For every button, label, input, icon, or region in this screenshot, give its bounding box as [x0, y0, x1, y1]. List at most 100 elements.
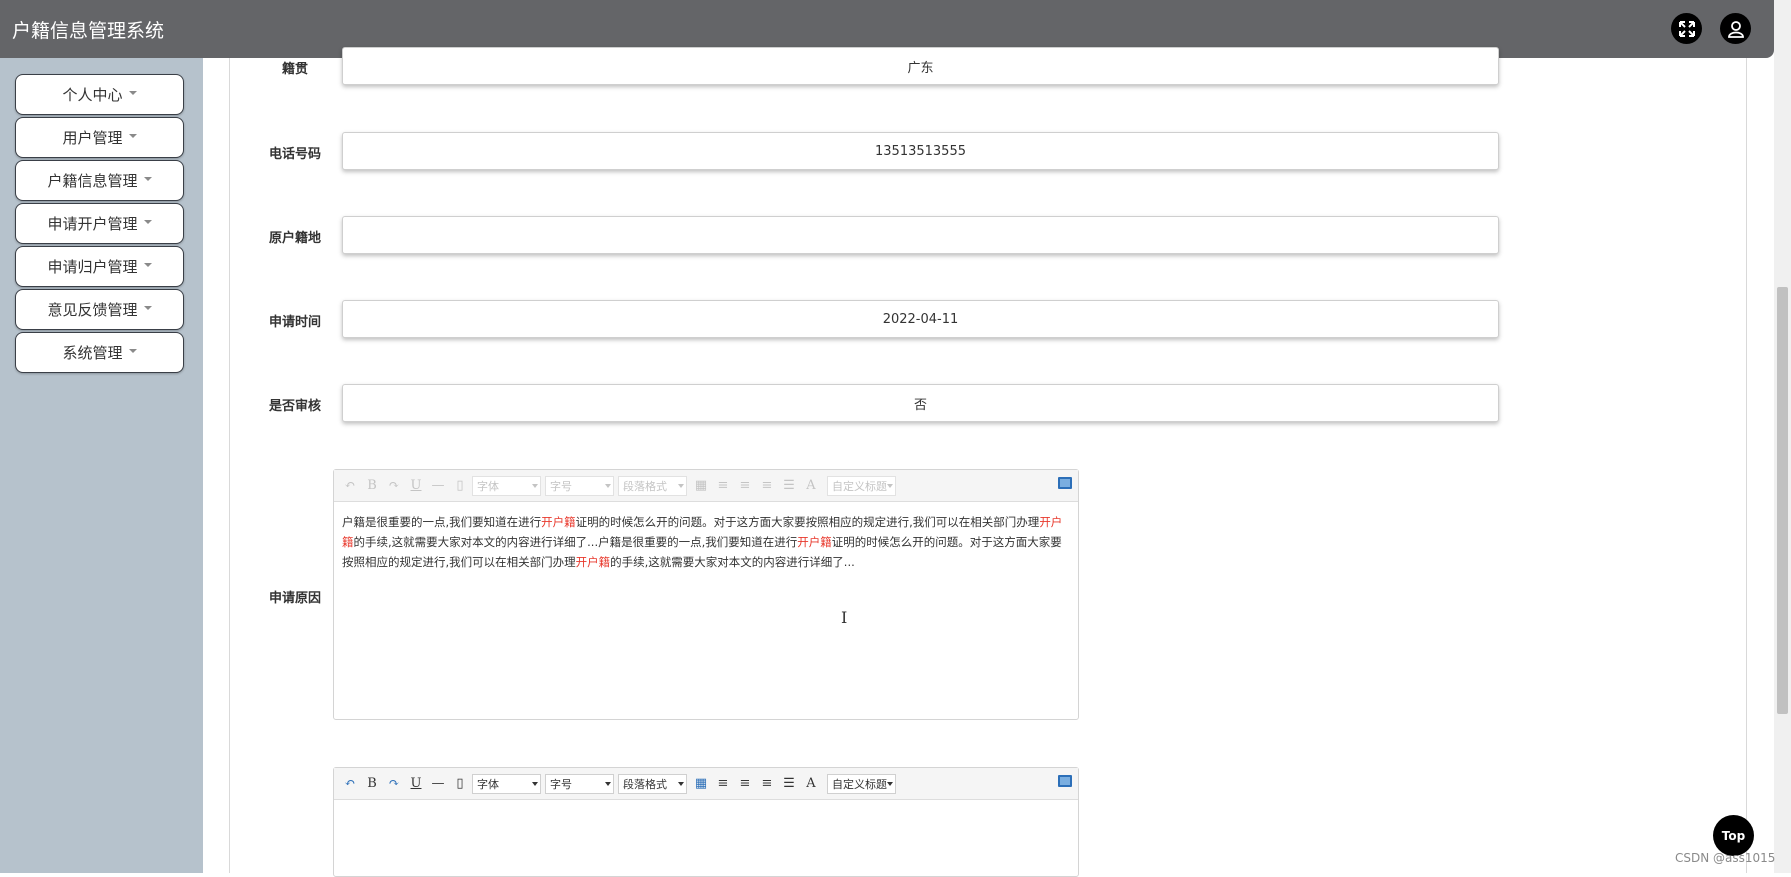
scrollbar-thumb[interactable] — [1777, 287, 1788, 714]
table-icon[interactable]: ▦ — [691, 774, 711, 794]
dropdown-arrow-icon — [605, 483, 611, 488]
user-icon — [1727, 20, 1744, 38]
table-icon[interactable]: ▦ — [691, 476, 711, 496]
original-residence-field[interactable] — [342, 216, 1499, 254]
fullscreen-button[interactable] — [1671, 13, 1702, 44]
custom-title-select[interactable]: 自定义标题 — [827, 475, 896, 496]
paragraph-format-select[interactable]: 段落格式 — [618, 475, 687, 496]
page-scrollbar[interactable] — [1774, 0, 1791, 873]
reply-editor[interactable]: ↶ B ↷ U — ▯ 字体 字号 段落格式 ▦ ≡ ≡ ≡ ☰ A 自定义标题 — [333, 767, 1079, 877]
bold-button[interactable]: B — [362, 476, 382, 496]
watermark: CSDN @ass1015 — [1675, 851, 1776, 865]
field-value: 否 — [913, 397, 927, 413]
paste-icon[interactable]: ▯ — [450, 476, 470, 496]
align-left-icon[interactable]: ≡ — [713, 476, 733, 496]
paragraph-format-select[interactable]: 段落格式 — [618, 773, 687, 794]
sidebar-item-label: 户籍信息管理 — [47, 172, 138, 190]
dropdown-arrow-icon — [887, 483, 893, 488]
select-label: 字号 — [550, 777, 572, 791]
select-label: 字体 — [477, 777, 499, 791]
caret-down-icon — [143, 262, 152, 267]
editor-toolbar: ↶ B ↷ U — ▯ 字体 字号 段落格式 ▦ ≡ ≡ ≡ ☰ A 自定义标题 — [334, 768, 1078, 800]
justify-icon[interactable]: ☰ — [779, 476, 799, 496]
reason-text: 户籍是很重要的一点,我们要知道在进行 — [342, 515, 542, 529]
bold-button[interactable]: B — [362, 774, 382, 794]
select-label: 字号 — [550, 479, 572, 493]
paste-icon[interactable]: ▯ — [450, 774, 470, 794]
undo-icon[interactable]: ↶ — [340, 774, 360, 794]
underline-button[interactable]: U — [406, 774, 426, 794]
back-to-top-button[interactable]: Top — [1713, 815, 1754, 856]
main-content — [229, 58, 1747, 873]
sidebar-item-label: 意见反馈管理 — [47, 301, 138, 319]
sidebar-item-open-account[interactable]: 申请开户管理 — [15, 203, 184, 244]
field-value: 2022-04-11 — [882, 311, 959, 327]
align-center-icon[interactable]: ≡ — [735, 476, 755, 496]
sidebar-item-label: 申请开户管理 — [47, 215, 138, 233]
font-size-select[interactable]: 字号 — [545, 475, 614, 496]
font-color-button[interactable]: A — [801, 774, 821, 794]
select-label: 字体 — [477, 479, 499, 493]
editor-body[interactable]: 户籍是很重要的一点,我们要知道在进行开户籍 证明的时候怎么开的问题。对于这方面大家… — [334, 502, 1078, 582]
caret-down-icon — [143, 305, 152, 310]
align-center-icon[interactable]: ≡ — [735, 774, 755, 794]
select-label: 自定义标题 — [832, 479, 887, 493]
reason-highlight: 开户籍 — [797, 535, 832, 549]
sidebar-item-label: 个人中心 — [62, 86, 123, 104]
editor-fullscreen-icon[interactable] — [1058, 477, 1072, 489]
font-family-select[interactable]: 字体 — [472, 475, 541, 496]
editor-fullscreen-icon[interactable] — [1058, 775, 1072, 787]
field-label-original-residence: 原户籍地 — [269, 231, 322, 246]
custom-title-select[interactable]: 自定义标题 — [827, 773, 896, 794]
sidebar-item-label: 申请归户管理 — [47, 258, 138, 276]
sidebar-item-personal-center[interactable]: 个人中心 — [15, 74, 184, 115]
select-label: 段落格式 — [623, 777, 667, 791]
redo-icon[interactable]: ↷ — [384, 476, 404, 496]
caret-down-icon — [128, 348, 137, 353]
sidebar: 个人中心 用户管理 户籍信息管理 申请开户管理 申请归户管理 意见反馈管理 系统… — [0, 58, 203, 873]
dropdown-arrow-icon — [532, 781, 538, 786]
approved-field[interactable]: 否 — [342, 384, 1499, 422]
field-value: 13513513555 — [875, 143, 966, 159]
font-color-button[interactable]: A — [801, 476, 821, 496]
align-right-icon[interactable]: ≡ — [757, 774, 777, 794]
select-label: 自定义标题 — [832, 777, 887, 791]
horizontal-rule-icon[interactable]: — — [428, 774, 448, 794]
caret-down-icon — [143, 219, 152, 224]
sidebar-item-household-info[interactable]: 户籍信息管理 — [15, 160, 184, 201]
align-right-icon[interactable]: ≡ — [757, 476, 777, 496]
reason-text: 证明的时候怎么开的问题。对于这方面大家要按照相应的规定进行,我们可以在相关部门办… — [575, 515, 1040, 529]
native-place-field[interactable]: 广东 — [342, 47, 1499, 85]
dropdown-arrow-icon — [605, 781, 611, 786]
fullscreen-icon — [1678, 20, 1695, 37]
justify-icon[interactable]: ☰ — [779, 774, 799, 794]
horizontal-rule-icon[interactable]: — — [428, 476, 448, 496]
redo-icon[interactable]: ↷ — [384, 774, 404, 794]
field-label-apply-time: 申请时间 — [269, 315, 322, 330]
font-size-select[interactable]: 字号 — [545, 773, 614, 794]
sidebar-item-user-management[interactable]: 用户管理 — [15, 117, 184, 158]
undo-icon[interactable]: ↶ — [340, 476, 360, 496]
apply-time-field[interactable]: 2022-04-11 — [342, 300, 1499, 338]
underline-button[interactable]: U — [406, 476, 426, 496]
sidebar-item-feedback[interactable]: 意见反馈管理 — [15, 289, 184, 330]
editor-toolbar: ↶ B ↷ U — ▯ 字体 字号 段落格式 ▦ ≡ ≡ ≡ ☰ A 自定义标题 — [334, 470, 1078, 502]
editor-body[interactable] — [334, 800, 1078, 820]
dropdown-arrow-icon — [678, 781, 684, 786]
align-left-icon[interactable]: ≡ — [713, 774, 733, 794]
field-label-phone: 电话号码 — [269, 147, 322, 162]
sidebar-item-label: 用户管理 — [62, 129, 123, 147]
sidebar-item-return-account[interactable]: 申请归户管理 — [15, 246, 184, 287]
user-button[interactable] — [1720, 13, 1751, 44]
app-title: 户籍信息管理系统 — [12, 20, 165, 42]
field-label-reason: 申请原因 — [269, 591, 322, 606]
sidebar-item-label: 系统管理 — [62, 344, 123, 362]
field-value: 广东 — [907, 60, 934, 76]
phone-field[interactable]: 13513513555 — [342, 132, 1499, 170]
reason-editor[interactable]: ↶ B ↷ U — ▯ 字体 字号 段落格式 ▦ ≡ ≡ ≡ ☰ A 自定义标题… — [333, 469, 1079, 720]
sidebar-item-system[interactable]: 系统管理 — [15, 332, 184, 373]
reason-text: 的手续,这就需要大家对本文的内容进行详细了...户籍是很重要的一点,我们要知道在… — [353, 535, 798, 549]
field-label-native-place: 籍贯 — [282, 62, 309, 77]
font-family-select[interactable]: 字体 — [472, 773, 541, 794]
field-label-approved: 是否审核 — [269, 399, 322, 414]
